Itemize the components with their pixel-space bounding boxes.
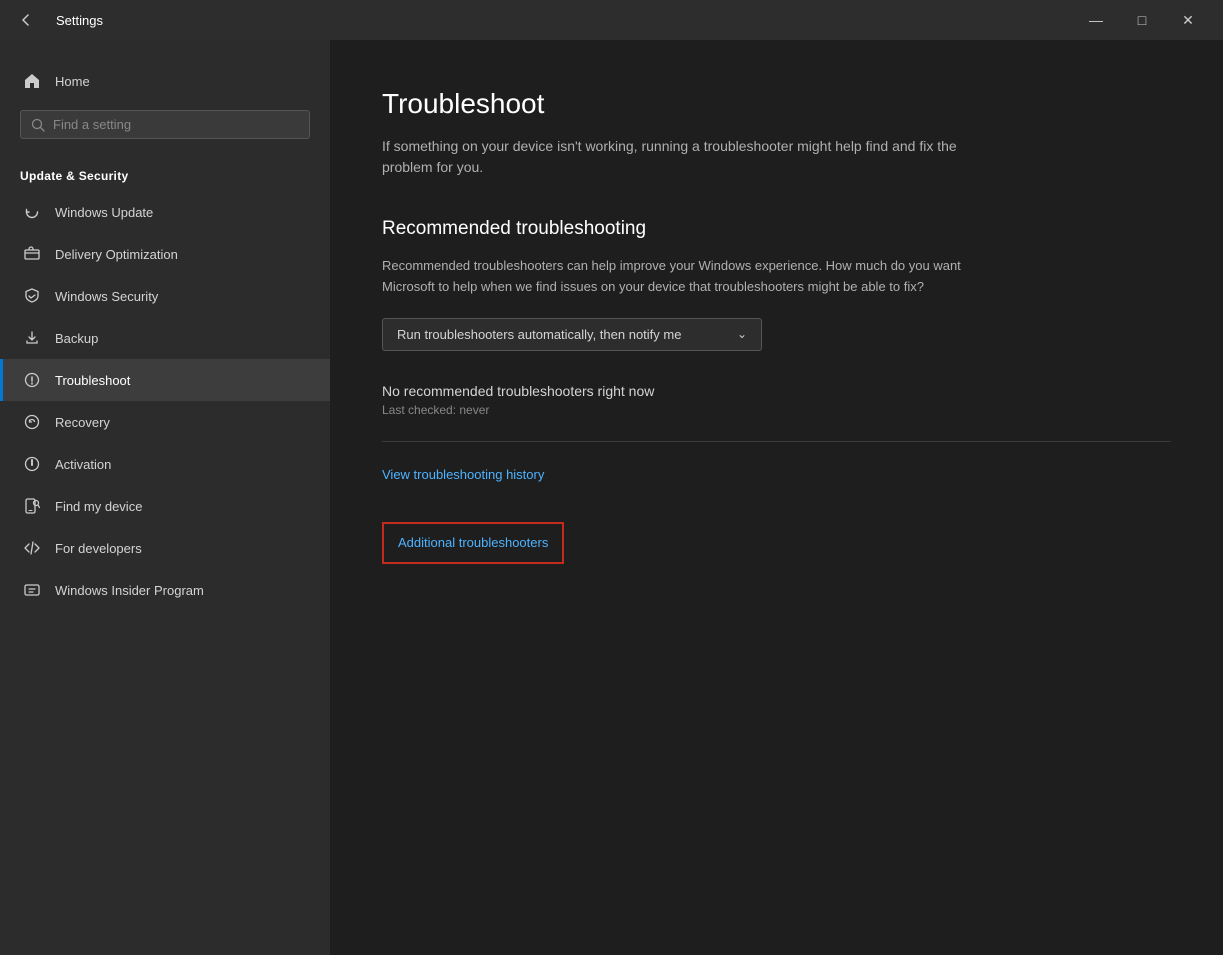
sidebar-item-windows-update[interactable]: Windows Update (0, 191, 330, 233)
sidebar-home[interactable]: Home (20, 60, 310, 102)
last-checked-text: Last checked: never (382, 403, 1171, 417)
additional-troubleshooters-box: Additional troubleshooters (382, 522, 564, 564)
page-subtitle: If something on your device isn't workin… (382, 136, 982, 178)
delivery-icon (23, 245, 41, 263)
search-box[interactable] (20, 110, 310, 139)
view-history-link[interactable]: View troubleshooting history (382, 467, 544, 482)
app-container: Home Update & Security Windows Update (0, 40, 1223, 955)
sidebar: Home Update & Security Windows Update (0, 40, 330, 955)
main-content: Troubleshoot If something on your device… (330, 40, 1223, 955)
developers-icon (23, 539, 41, 557)
minimize-button[interactable]: — (1073, 0, 1119, 40)
search-input[interactable] (53, 117, 299, 132)
delivery-optimization-label: Delivery Optimization (55, 247, 178, 262)
find-device-icon (23, 497, 41, 515)
sidebar-item-windows-insider[interactable]: Windows Insider Program (0, 569, 330, 611)
sidebar-item-for-developers[interactable]: For developers (0, 527, 330, 569)
chevron-down-icon: ⌄ (737, 327, 747, 341)
windows-security-label: Windows Security (55, 289, 158, 304)
page-title: Troubleshoot (382, 88, 1171, 120)
sidebar-item-recovery[interactable]: Recovery (0, 401, 330, 443)
windows-insider-label: Windows Insider Program (55, 583, 204, 598)
troubleshoot-dropdown[interactable]: Run troubleshooters automatically, then … (382, 318, 762, 351)
sidebar-item-find-my-device[interactable]: Find my device (0, 485, 330, 527)
sidebar-item-activation[interactable]: Activation (0, 443, 330, 485)
titlebar: Settings — □ ✕ (0, 0, 1223, 40)
search-icon (31, 118, 45, 132)
for-developers-label: For developers (55, 541, 142, 556)
activation-label: Activation (55, 457, 111, 472)
recovery-icon (23, 413, 41, 431)
nav-list: Windows Update Delivery Optimization Win… (0, 191, 330, 611)
sidebar-item-backup[interactable]: Backup (0, 317, 330, 359)
maximize-button[interactable]: □ (1119, 0, 1165, 40)
find-my-device-label: Find my device (55, 499, 142, 514)
sidebar-item-troubleshoot[interactable]: Troubleshoot (0, 359, 330, 401)
shield-icon (23, 287, 41, 305)
sidebar-item-windows-security[interactable]: Windows Security (0, 275, 330, 317)
recovery-label: Recovery (55, 415, 110, 430)
close-button[interactable]: ✕ (1165, 0, 1211, 40)
divider (382, 441, 1171, 442)
sidebar-item-delivery-optimization[interactable]: Delivery Optimization (0, 233, 330, 275)
recommended-desc: Recommended troubleshooters can help imp… (382, 256, 982, 298)
home-icon (23, 72, 41, 90)
additional-troubleshooters-link[interactable]: Additional troubleshooters (398, 535, 548, 550)
status-section: No recommended troubleshooters right now… (382, 383, 1171, 417)
update-icon (23, 203, 41, 221)
troubleshoot-label: Troubleshoot (55, 373, 130, 388)
window-controls: — □ ✕ (1073, 0, 1211, 40)
app-title: Settings (56, 13, 1073, 28)
insider-icon (23, 581, 41, 599)
backup-label: Backup (55, 331, 98, 346)
status-text: No recommended troubleshooters right now (382, 383, 1171, 399)
backup-icon (23, 329, 41, 347)
sidebar-header: Home (0, 40, 330, 165)
windows-update-label: Windows Update (55, 205, 153, 220)
dropdown-value: Run troubleshooters automatically, then … (397, 327, 681, 342)
activation-icon (23, 455, 41, 473)
recommended-section-title: Recommended troubleshooting (382, 218, 1171, 240)
sidebar-section-title: Update & Security (0, 165, 330, 191)
home-label: Home (55, 74, 90, 89)
back-button[interactable] (12, 6, 40, 34)
troubleshoot-icon (23, 371, 41, 389)
